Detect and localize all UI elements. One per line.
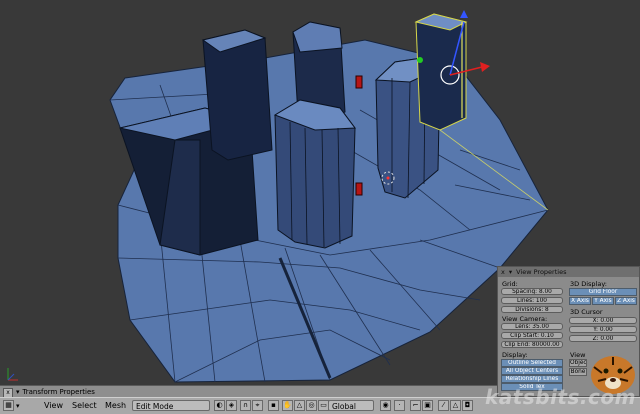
z-arrow-icon[interactable]: [460, 10, 468, 18]
x-arrow-icon[interactable]: [480, 62, 490, 72]
outline-selected-toggle[interactable]: Outline Selected: [501, 359, 563, 367]
display-label: Display:: [502, 351, 528, 359]
view-lock-label: View: [570, 351, 586, 359]
relationship-lines-toggle[interactable]: Relationship Lines: [501, 375, 563, 383]
collapse-icon[interactable]: ▾: [16, 400, 20, 412]
watermark: katsbits.com: [485, 385, 636, 409]
clip-end-field[interactable]: Clip End: 80000.00: [501, 341, 563, 348]
grid-lines-field[interactable]: Lines: 100: [501, 297, 563, 304]
render-icon[interactable]: ◘: [462, 400, 473, 411]
close-icon[interactable]: x: [501, 268, 505, 276]
y-handle-icon[interactable]: [417, 57, 423, 63]
cursor-z-field[interactable]: Z: 0.00: [569, 335, 637, 342]
occlude-icon[interactable]: △: [450, 400, 461, 411]
rotate-icon[interactable]: ◎: [306, 400, 317, 411]
lamp-marker-2: [355, 182, 363, 196]
clip-start-field[interactable]: Clip Start: 0.10: [501, 332, 563, 339]
lens-field[interactable]: Lens: 35.00: [501, 323, 563, 330]
view-properties-panel: x ▾ View Properties Grid: Spacing: 8.00 Li…: [497, 266, 640, 397]
hand-icon[interactable]: ✋: [282, 400, 293, 411]
knife-icon[interactable]: ⁄: [438, 400, 449, 411]
orientation-select[interactable]: Global: [328, 400, 374, 411]
x-axis-toggle[interactable]: X Axis: [569, 297, 591, 305]
snap-icon[interactable]: ⌖: [252, 400, 263, 411]
magnet-icon[interactable]: ∩: [240, 400, 251, 411]
cursor-x-field[interactable]: X: 0.00: [569, 317, 637, 324]
select-face-icon[interactable]: ▣: [422, 400, 433, 411]
menu-select[interactable]: Select: [72, 400, 97, 412]
3d-cursor-label: 3D Cursor: [570, 308, 603, 316]
y-axis-toggle[interactable]: Y Axis: [592, 297, 614, 305]
3d-display-label: 3D Display:: [570, 280, 607, 288]
select-edge-icon[interactable]: ⌐: [410, 400, 421, 411]
collapse-icon[interactable]: ▾: [509, 268, 512, 276]
mode-select[interactable]: Edit Mode: [132, 400, 210, 411]
panel-titlebar[interactable]: x ▾ View Properties: [498, 267, 639, 277]
grid-label: Grid:: [502, 280, 518, 288]
select-vertex-icon[interactable]: ·: [394, 400, 405, 411]
proportional-icon[interactable]: ◉: [380, 400, 391, 411]
all-object-centers-toggle[interactable]: All Object Centers: [501, 367, 563, 375]
pivot-icon[interactable]: ◈: [226, 400, 237, 411]
grid-floor-toggle[interactable]: Grid Floor: [569, 288, 637, 296]
lock-bone-field[interactable]: Bone: [569, 368, 587, 376]
draw-type-icon[interactable]: ◐: [214, 400, 225, 411]
grid-spacing-field[interactable]: Spacing: 8.00: [501, 288, 563, 295]
layer-icon[interactable]: ▪: [268, 400, 279, 411]
lock-object-field[interactable]: Object: [569, 359, 587, 367]
grid-divisions-field[interactable]: Divisions: 8: [501, 306, 563, 313]
editor-type-icon[interactable]: ▦: [3, 400, 14, 411]
z-axis-toggle[interactable]: Z Axis: [615, 297, 637, 305]
transform-properties-label: Transform Properties: [22, 388, 95, 396]
menu-view[interactable]: View: [44, 400, 63, 412]
view-camera-label: View Camera:: [502, 315, 548, 323]
translate-icon[interactable]: △: [294, 400, 305, 411]
cursor-y-field[interactable]: Y: 0.00: [569, 326, 637, 333]
pillar-back-left: [202, 29, 273, 161]
lamp-marker-1: [355, 75, 363, 89]
menu-mesh[interactable]: Mesh: [105, 400, 126, 412]
